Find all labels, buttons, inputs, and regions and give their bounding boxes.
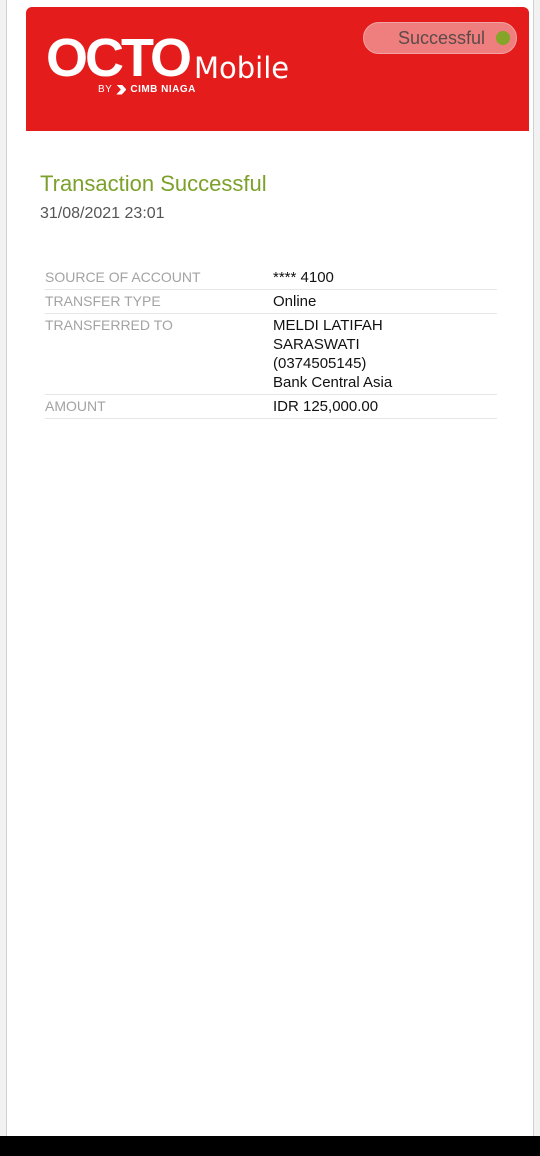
- detail-row-source-account: SOURCE OF ACCOUNT **** 4100: [45, 266, 497, 290]
- header-banner: OCTO Mobile BY CIMB NIAGA Successful: [26, 7, 529, 131]
- detail-row-transferred-to: TRANSFERRED TO MELDI LATIFAH SARASWATI (…: [45, 314, 497, 395]
- detail-row-transfer-type: TRANSFER TYPE Online: [45, 290, 497, 314]
- detail-label: SOURCE OF ACCOUNT: [45, 269, 201, 285]
- detail-value: IDR 125,000.00: [273, 398, 379, 415]
- status-label: Successful: [398, 28, 486, 48]
- cimb-logo-icon: [116, 84, 127, 95]
- status-dot-icon: [496, 31, 510, 45]
- logo-octo-text: OCTO: [46, 28, 192, 88]
- transaction-details: SOURCE OF ACCOUNT **** 4100 TRANSFER TYP…: [45, 266, 497, 419]
- logo-brand-text: CIMB NIAGA: [130, 84, 196, 95]
- logo-by-text: BY: [98, 84, 113, 95]
- octo-mobile-logo: OCTO Mobile BY CIMB NIAGA: [46, 29, 306, 101]
- detail-label: TRANSFERRED TO: [45, 317, 173, 333]
- logo-byline: BY CIMB NIAGA: [98, 84, 196, 95]
- detail-row-amount: AMOUNT IDR 125,000.00: [45, 395, 497, 419]
- transaction-datetime: 31/08/2021 23:01: [40, 205, 165, 222]
- logo-mobile-text: Mobile: [194, 51, 290, 85]
- detail-label: AMOUNT: [45, 398, 106, 414]
- detail-value: Online: [273, 293, 317, 310]
- receipt-screen: OCTO Mobile BY CIMB NIAGA Successful Tra…: [6, 0, 534, 1136]
- detail-value: **** 4100: [273, 269, 334, 286]
- detail-label: TRANSFER TYPE: [45, 293, 161, 309]
- page-title: Transaction Successful: [40, 171, 267, 196]
- status-badge: Successful: [363, 22, 517, 54]
- system-navigation-bar: [0, 1136, 540, 1156]
- detail-value: MELDI LATIFAH SARASWATI (0374505145) Ban…: [273, 317, 393, 391]
